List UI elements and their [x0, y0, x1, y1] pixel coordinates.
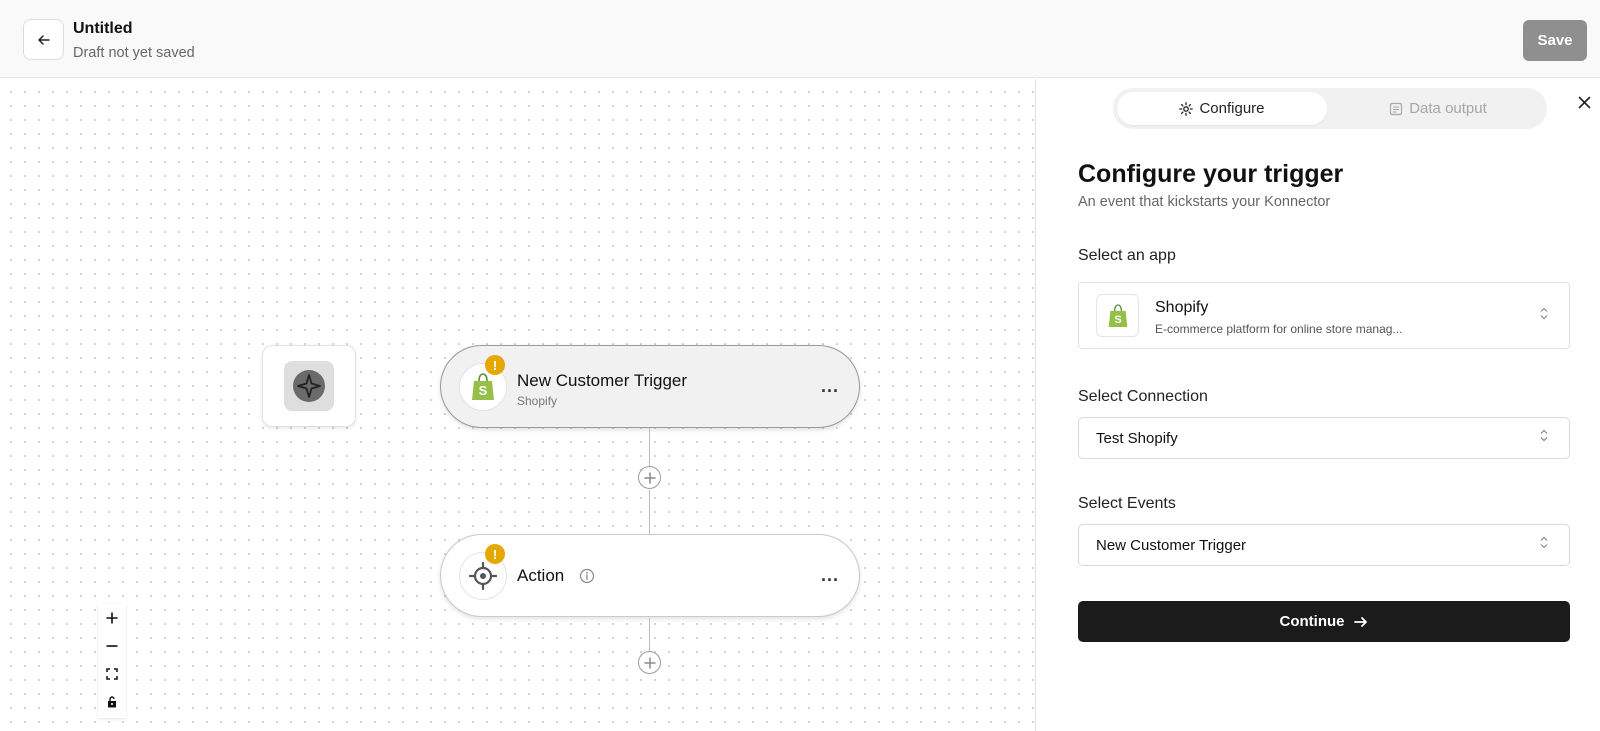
app-description: E-commerce platform for online store man… — [1155, 322, 1403, 336]
app-logo: S — [1096, 294, 1139, 337]
lock-button[interactable] — [98, 688, 126, 716]
target-icon — [469, 562, 497, 590]
continue-button[interactable]: Continue — [1078, 601, 1570, 642]
tab-data-output[interactable]: Data output — [1333, 92, 1543, 125]
zoom-in-button[interactable] — [98, 604, 126, 632]
action-more-options[interactable]: ... — [821, 565, 839, 586]
select-connection-label: Select Connection — [1078, 388, 1208, 405]
document-icon — [1390, 102, 1403, 115]
arrow-right-icon — [1353, 616, 1367, 627]
warning-badge: ! — [485, 355, 505, 375]
warning-badge: ! — [485, 544, 505, 564]
select-app-label: Select an app — [1078, 247, 1176, 264]
trigger-node[interactable]: S ! New Customer Trigger Shopify ... — [440, 345, 860, 428]
trigger-node-subtitle: Shopify — [517, 394, 558, 408]
top-bar: Untitled Draft not yet saved Save — [0, 0, 1600, 78]
svg-text:S: S — [479, 383, 488, 398]
tab-data-output-label: Data output — [1409, 100, 1487, 117]
fullscreen-icon — [106, 668, 118, 680]
action-node[interactable]: ! Action ... — [440, 534, 860, 617]
start-node[interactable] — [262, 345, 356, 427]
connector-line — [649, 618, 650, 651]
chevron-updown-icon — [1539, 306, 1549, 325]
page-title: Untitled — [73, 20, 133, 37]
events-select[interactable]: New Customer Trigger — [1078, 524, 1570, 566]
minus-icon — [106, 645, 118, 647]
configure-panel: Configure Data output Configure your tri… — [1035, 79, 1600, 731]
chevron-updown-icon — [1539, 536, 1549, 555]
app-select[interactable]: S Shopify E-commerce platform for online… — [1078, 282, 1570, 349]
info-icon[interactable] — [579, 568, 595, 589]
close-panel-button[interactable] — [1578, 96, 1591, 114]
lock-icon — [108, 696, 116, 708]
connection-value: Test Shopify — [1096, 430, 1178, 447]
tab-configure-label: Configure — [1199, 100, 1265, 117]
shopify-bag-icon: S — [1108, 303, 1127, 327]
trigger-more-options[interactable]: ... — [821, 376, 839, 397]
plus-icon — [643, 471, 656, 484]
zoom-controls — [98, 604, 126, 718]
add-step-button[interactable] — [638, 466, 661, 489]
arrow-left-icon — [37, 34, 50, 45]
shopify-bag-icon: S — [472, 373, 494, 400]
save-button[interactable]: Save — [1523, 20, 1587, 61]
zoom-out-button[interactable] — [98, 632, 126, 660]
workflow-canvas[interactable]: S ! New Customer Trigger Shopify ... ! A… — [0, 79, 1035, 731]
tab-configure[interactable]: Configure — [1117, 92, 1327, 125]
sparkle-icon — [293, 370, 325, 402]
select-events-label: Select Events — [1078, 495, 1176, 512]
plus-icon — [643, 656, 656, 669]
gear-icon — [1179, 101, 1194, 116]
plus-icon — [106, 612, 118, 624]
fit-view-button[interactable] — [98, 660, 126, 688]
action-node-title: Action — [517, 566, 565, 585]
back-button[interactable] — [23, 19, 64, 60]
panel-tabs: Configure Data output — [1113, 88, 1547, 129]
connector-line — [649, 428, 650, 466]
app-name: Shopify — [1155, 299, 1209, 316]
start-node-icon-box — [284, 361, 334, 411]
connector-line — [649, 490, 650, 534]
connection-select[interactable]: Test Shopify — [1078, 417, 1570, 459]
events-value: New Customer Trigger — [1096, 537, 1247, 554]
panel-description: An event that kickstarts your Konnector — [1078, 194, 1331, 210]
continue-label: Continue — [1279, 613, 1345, 630]
draft-status: Draft not yet saved — [73, 45, 195, 61]
svg-text:S: S — [1114, 313, 1121, 325]
add-step-button[interactable] — [638, 651, 661, 674]
trigger-node-title: New Customer Trigger — [517, 371, 688, 390]
close-icon — [1578, 96, 1591, 109]
chevron-updown-icon — [1539, 429, 1549, 448]
panel-title: Configure your trigger — [1078, 160, 1344, 188]
